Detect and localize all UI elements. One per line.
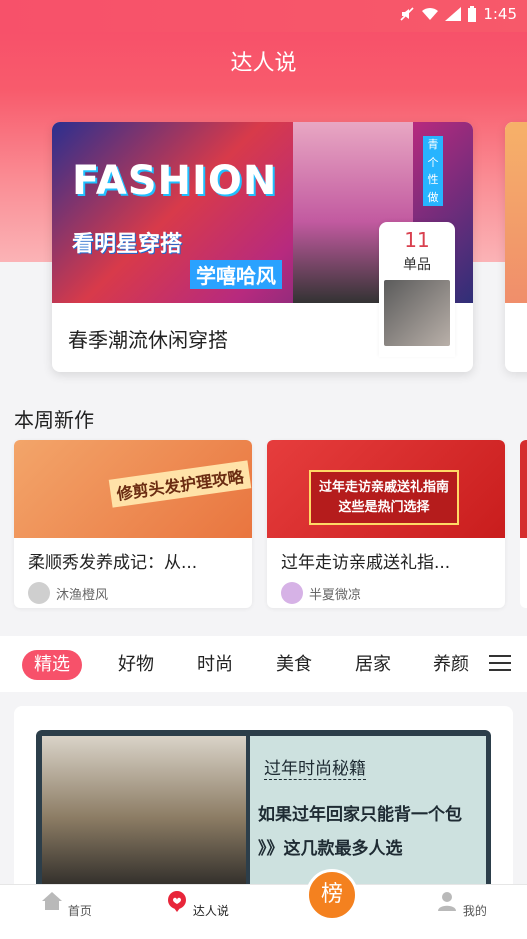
status-time: 1:45 bbox=[483, 5, 517, 23]
nav-mine[interactable]: 我的 bbox=[421, 889, 501, 919]
feed-board: 过年时尚秘籍 如果过年回家只能背一个包 》》这几款最多人选 bbox=[250, 736, 486, 900]
bottom-navigation: 首页 达人说 榜 我的 bbox=[0, 869, 527, 939]
tab-haowu[interactable]: 好物 bbox=[118, 650, 154, 680]
next-hero-card[interactable] bbox=[505, 122, 527, 372]
hero-banner-side-text: 青个性做 bbox=[423, 136, 443, 207]
battery-icon bbox=[468, 6, 477, 22]
hero-banner-fashion: FASHION bbox=[72, 158, 278, 204]
nav-home[interactable]: 首页 bbox=[26, 889, 106, 919]
nav-talent[interactable]: 达人说 bbox=[157, 889, 237, 919]
hero-card[interactable]: FASHION 看明星穿搭 学嘻哈风 青个性做 11 单品 春季潮流休闲穿搭 bbox=[52, 122, 473, 372]
chat-bubble-icon bbox=[168, 891, 187, 912]
signal-icon bbox=[445, 7, 462, 21]
feed-board-line3: 》》这几款最多人选 bbox=[258, 839, 403, 859]
item-count-panel: 11 单品 bbox=[379, 222, 455, 357]
rank-button[interactable]: 榜 bbox=[306, 869, 358, 921]
weekly-card-author[interactable]: 半夏微凉 bbox=[281, 582, 361, 604]
product-thumbnail bbox=[384, 280, 450, 346]
weekly-card-author[interactable]: 沐渔橙风 bbox=[28, 582, 108, 604]
weekly-card-title: 柔顺秀发养成记：从... bbox=[28, 553, 198, 573]
feed-image: 过年时尚秘籍 如果过年回家只能背一个包 》》这几款最多人选 bbox=[36, 730, 491, 900]
tab-jujia[interactable]: 居家 bbox=[355, 650, 391, 680]
author-name: 半夏微凉 bbox=[309, 587, 362, 603]
next-weekly-card[interactable] bbox=[520, 440, 527, 608]
page-header: 达人说 bbox=[0, 32, 527, 90]
status-bar: 1:45 bbox=[0, 0, 527, 32]
page-title: 达人说 bbox=[230, 51, 297, 76]
weekly-card-image-text: 修剪头发护理攻略 bbox=[108, 460, 252, 508]
nav-talent-label: 达人说 bbox=[192, 904, 229, 918]
weekly-section-title: 本周新作 bbox=[14, 408, 94, 432]
home-icon bbox=[42, 892, 63, 910]
menu-icon[interactable] bbox=[489, 655, 511, 673]
hero-banner-line1: 看明星穿搭 bbox=[72, 232, 183, 257]
weekly-card-image: 过年走访亲戚送礼指南 这些是热门选择 bbox=[267, 440, 505, 538]
tab-yangyan[interactable]: 养颜 bbox=[433, 650, 469, 680]
wifi-icon bbox=[422, 7, 439, 20]
weekly-card[interactable]: 过年走访亲戚送礼指南 这些是热门选择 过年走访亲戚送礼指... 半夏微凉 bbox=[267, 440, 505, 608]
user-icon bbox=[438, 892, 457, 911]
feed-card[interactable]: 过年时尚秘籍 如果过年回家只能背一个包 》》这几款最多人选 bbox=[14, 706, 513, 906]
tab-shishang[interactable]: 时尚 bbox=[197, 650, 233, 680]
hero-banner-line2: 学嘻哈风 bbox=[190, 260, 282, 289]
nav-mine-label: 我的 bbox=[462, 904, 487, 918]
feed-board-title: 过年时尚秘籍 bbox=[264, 754, 366, 780]
mute-icon bbox=[400, 7, 414, 21]
weekly-card-title: 过年走访亲戚送礼指... bbox=[281, 553, 451, 573]
author-name: 沐渔橙风 bbox=[56, 587, 109, 603]
tab-meishi[interactable]: 美食 bbox=[276, 650, 312, 680]
weekly-card-image-text: 过年走访亲戚送礼指南 这些是热门选择 bbox=[309, 470, 460, 525]
item-count: 11 bbox=[404, 228, 430, 252]
item-count-unit: 单品 bbox=[403, 257, 431, 273]
hero-title: 春季潮流休闲穿搭 bbox=[68, 328, 228, 352]
tab-jingxuan[interactable]: 精选 bbox=[22, 650, 82, 680]
nav-home-label: 首页 bbox=[67, 904, 92, 918]
feed-board-line2: 如果过年回家只能背一个包 bbox=[258, 805, 462, 825]
feed-photo bbox=[42, 736, 246, 900]
weekly-card-image: 修剪头发护理攻略 bbox=[14, 440, 252, 538]
category-tabs: 精选 好物 时尚 美食 居家 养颜 bbox=[0, 636, 527, 692]
weekly-card[interactable]: 修剪头发护理攻略 柔顺秀发养成记：从... 沐渔橙风 bbox=[14, 440, 252, 608]
avatar bbox=[28, 582, 50, 604]
avatar bbox=[281, 582, 303, 604]
